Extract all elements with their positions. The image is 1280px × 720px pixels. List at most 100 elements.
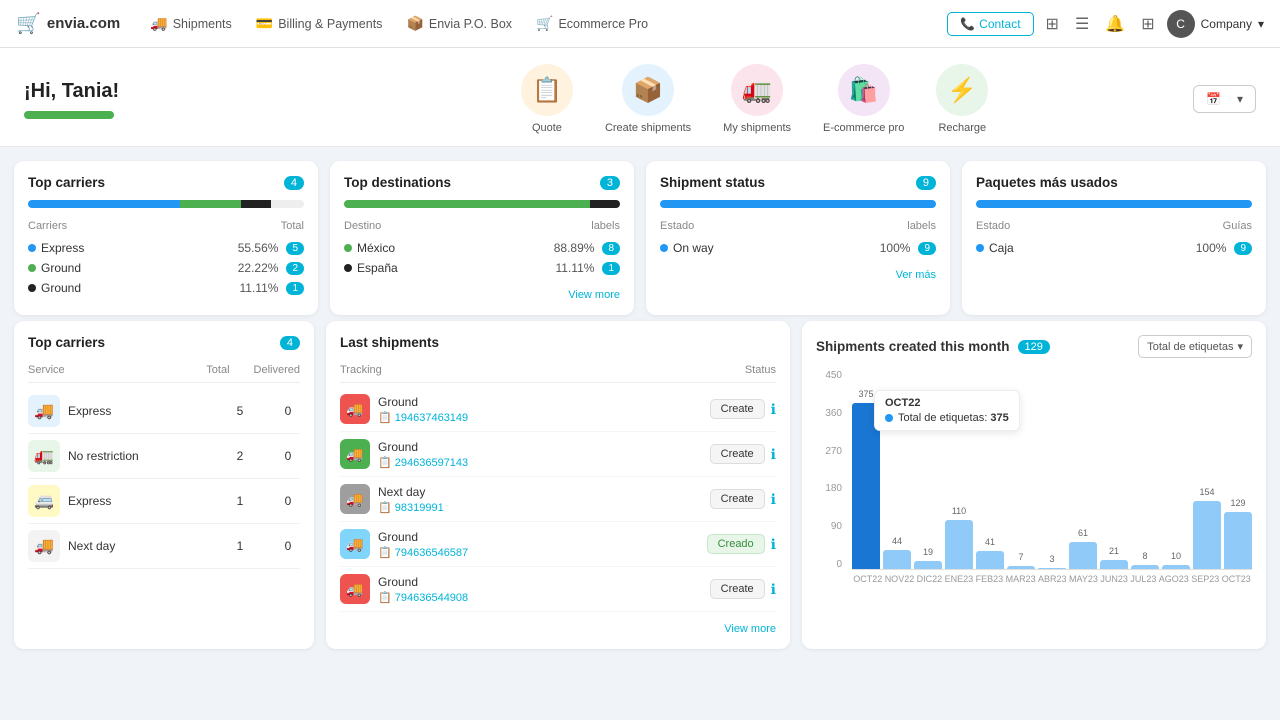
destinations-rows: México 88.89% 8 España 11.11% 1 — [344, 238, 620, 278]
bar-value-label: 44 — [892, 536, 902, 546]
info-icon[interactable]: ℹ — [771, 446, 776, 463]
tracking-number: 📋 794636546587 — [378, 546, 468, 559]
view-more-link[interactable]: View more — [568, 289, 620, 301]
status-dot — [28, 244, 36, 252]
icon-circle: 🚛 — [731, 64, 783, 116]
row-name: On way — [673, 241, 714, 255]
hero-icon-e-commerce-pro[interactable]: 🛍️ E-commerce pro — [823, 64, 904, 134]
paquetes-card: Paquetes más usados Estado Guías Caja 10… — [962, 161, 1266, 315]
paquetes-rows: Caja 100% 9 — [976, 238, 1252, 258]
tracking-info: 🚚 Ground 📋 794636544908 — [340, 574, 676, 604]
info-icon[interactable]: ℹ — [771, 491, 776, 508]
nav-label: Billing & Payments — [278, 17, 382, 31]
date-picker[interactable]: 📅 ▾ — [1193, 85, 1256, 113]
company-button[interactable]: C Company ▾ — [1167, 10, 1264, 38]
row-name: Ground — [41, 281, 81, 295]
chart-bar[interactable]: 21 — [1100, 560, 1128, 569]
bar-value-label: 21 — [1109, 546, 1119, 556]
chart-bar[interactable]: 10 — [1162, 565, 1190, 569]
status-dot — [976, 244, 984, 252]
card-header: Top carriers 4 — [28, 175, 304, 190]
chart-bar[interactable]: 154 — [1193, 501, 1221, 569]
grid-button[interactable]: ⊞ — [1137, 10, 1158, 38]
nav-link-shipments[interactable]: 🚚Shipments — [140, 9, 242, 38]
status-button[interactable]: Create — [710, 399, 765, 419]
tracking-number: 📋 794636544908 — [378, 591, 468, 604]
tracking-number: 📋 294636597143 — [378, 456, 468, 469]
carrier-icon: 🚚 — [340, 574, 370, 604]
hero-icon-my-shipments[interactable]: 🚛 My shipments — [723, 64, 791, 134]
service-row: 🚚 Express 5 0 — [28, 389, 300, 434]
service-delivered: 0 — [276, 494, 300, 508]
hero-icon-quote[interactable]: 📋 Quote — [521, 64, 573, 134]
view-more-link[interactable]: View more — [724, 623, 776, 635]
row-pct: 22.22% — [238, 261, 279, 275]
shipment-row: 🚚 Ground 📋 794636546587 Creado ℹ — [340, 522, 776, 567]
nav-link-billing-&-payments[interactable]: 💳Billing & Payments — [246, 9, 393, 38]
paquetes-progress — [976, 200, 1252, 208]
company-avatar: C — [1167, 10, 1195, 38]
list-button[interactable]: ☰ — [1071, 10, 1093, 38]
table-header: Destino labels — [344, 220, 620, 232]
service-icon: 🚐 — [28, 485, 60, 517]
x-label: FEB23 — [976, 574, 1004, 584]
nav-link-envia-p.o.-box[interactable]: 📦Envia P.O. Box — [396, 9, 522, 38]
x-label: SEP23 — [1191, 574, 1219, 584]
chart-dropdown[interactable]: Total de etiquetas ▾ — [1138, 335, 1252, 358]
chart-bar[interactable]: 41 — [976, 551, 1004, 569]
icon-circle: 📋 — [521, 64, 573, 116]
chart-bar[interactable]: 3 — [1038, 568, 1066, 569]
icon-circle: 📦 — [622, 64, 674, 116]
hero-icon-create-shipments[interactable]: 📦 Create shipments — [605, 64, 691, 134]
card-title: Top destinations — [344, 175, 451, 190]
progress-segment — [590, 200, 620, 208]
chart-bar[interactable]: 44 — [883, 550, 911, 569]
ver-mas-link[interactable]: Ver más — [896, 269, 936, 281]
info-icon[interactable]: ℹ — [771, 401, 776, 418]
row-name: Caja — [989, 241, 1014, 255]
progress-segment — [660, 200, 936, 208]
carrier-name: Next day — [378, 485, 444, 499]
view-more-area: View more — [340, 620, 776, 635]
chart-bar[interactable]: 7 — [1007, 566, 1035, 569]
status-button[interactable]: Create — [710, 489, 765, 509]
service-delivered: 0 — [276, 404, 300, 418]
notification-button[interactable]: 🔔 — [1101, 10, 1129, 38]
shipment-status-card: Shipment status 9 Estado labels On way 1… — [646, 161, 950, 315]
logo[interactable]: 🛒 envia.com — [16, 11, 120, 36]
progress-track — [976, 200, 1252, 208]
tracking-details: Ground 📋 294636597143 — [378, 440, 468, 469]
chart-bar[interactable]: 61 — [1069, 542, 1097, 569]
carrier-name: Caja — [976, 241, 1014, 255]
row-name: Ground — [41, 261, 81, 275]
status-button[interactable]: Creado — [707, 534, 765, 554]
chart-bar[interactable]: 110 — [945, 520, 973, 569]
bar-value-label: 3 — [1049, 554, 1054, 564]
carriers-progress — [28, 200, 304, 208]
chart-bar[interactable]: 19 — [914, 561, 942, 569]
status-button[interactable]: Create — [710, 444, 765, 464]
info-icon[interactable]: ℹ — [771, 581, 776, 598]
nav-link-ecommerce-pro[interactable]: 🛒Ecommerce Pro — [526, 9, 658, 38]
chart-bar[interactable]: 129 — [1224, 512, 1252, 569]
service-row: 🚚 Next day 1 0 — [28, 524, 300, 569]
chart-bar[interactable]: 8 — [1131, 565, 1159, 569]
chevron-down-icon: ▾ — [1258, 17, 1264, 31]
row-count: 1 — [286, 282, 304, 295]
card-title: Paquetes más usados — [976, 175, 1118, 190]
chart-title: Shipments created this month — [816, 339, 1010, 354]
contact-button[interactable]: 📞 Contact — [947, 12, 1033, 36]
status-button[interactable]: Create — [710, 579, 765, 599]
hero-icon-recharge[interactable]: ⚡ Recharge — [936, 64, 988, 134]
row-pct: 11.11% — [556, 261, 595, 275]
col-estado: Estado — [976, 220, 1010, 232]
top-destinations-card: Top destinations 3 Destino labels México… — [330, 161, 634, 315]
info-icon[interactable]: ℹ — [771, 536, 776, 553]
table-header: Estado labels — [660, 220, 936, 232]
nav-icon: 🛒 — [536, 15, 553, 32]
service-delivered: 0 — [276, 449, 300, 463]
bottom-row: Top carriers 4 Service Total Delivered 🚚… — [0, 321, 1280, 663]
status-dot — [344, 264, 352, 272]
calculator-button[interactable]: ⊞ — [1042, 10, 1063, 38]
tooltip-row: Total de etiquetas: 375 — [885, 412, 1009, 424]
